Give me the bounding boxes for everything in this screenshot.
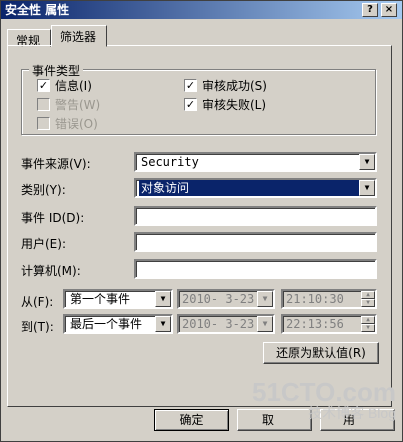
window-title: 安全性 属性 [5, 3, 70, 17]
chevron-down-icon[interactable]: ▼ [155, 316, 171, 332]
watermark-sub: 技术博客 Blog [308, 405, 396, 421]
event-id-input[interactable] [134, 206, 377, 226]
from-time-picker[interactable]: 21:10:30 ▲ ▼ [281, 289, 377, 309]
tab-filter[interactable]: 筛选器 [51, 25, 107, 47]
watermark: 51CTO.com 技术博客 Blog [252, 379, 396, 421]
computer-input[interactable] [134, 259, 377, 279]
from-date-picker[interactable]: 2010- 3-23 ▼ [177, 289, 275, 309]
information-checkbox[interactable]: ✓ 信息(I) [37, 77, 92, 94]
title-bar: 安全性 属性 ? × [1, 1, 402, 19]
computer-label: 计算机(M): [21, 264, 81, 278]
user-input[interactable] [134, 232, 377, 252]
information-label: 信息(I) [55, 79, 92, 93]
to-time-picker[interactable]: 22:13:56 ▲ ▼ [281, 314, 377, 334]
chevron-down-icon[interactable]: ▼ [257, 316, 273, 332]
audit-failure-checkbox[interactable]: ✓ 审核失败(L) [184, 96, 266, 113]
to-time-value: 22:13:56 [286, 317, 344, 331]
spin-up-icon[interactable]: ▲ [361, 291, 375, 299]
watermark-main: 51CTO.com [251, 377, 396, 407]
from-time-value: 21:10:30 [286, 292, 344, 306]
from-select[interactable]: 第一个事件 ▼ [63, 289, 173, 309]
to-label: 到(T): [21, 320, 54, 334]
chevron-down-icon[interactable]: ▼ [155, 291, 171, 307]
from-select-value: 第一个事件 [70, 292, 131, 306]
from-date-value: 2010- 3-23 [182, 292, 255, 306]
spin-down-icon[interactable]: ▼ [361, 324, 375, 332]
audit-success-checkbox[interactable]: ✓ 审核成功(S) [184, 77, 267, 94]
check-icon: ✓ [184, 98, 197, 111]
spin-down-icon[interactable]: ▼ [361, 299, 375, 307]
to-date-picker[interactable]: 2010- 3-23 ▼ [177, 314, 275, 334]
ok-button[interactable]: 确定 [154, 409, 229, 431]
properties-dialog: 安全性 属性 ? × 常规 筛选器 事件类型 ✓ 信息(I) 警告(W) 错误(… [0, 0, 403, 442]
chevron-down-icon[interactable]: ▼ [359, 180, 375, 196]
chevron-down-icon[interactable]: ▼ [257, 291, 273, 307]
to-time-spinner[interactable]: ▲ ▼ [361, 316, 375, 332]
source-label: 事件来源(V): [21, 157, 91, 171]
category-dropdown[interactable]: 对象访问 ▼ [134, 178, 377, 198]
error-checkbox[interactable]: 错误(O) [37, 115, 98, 132]
check-icon: ✓ [184, 79, 197, 92]
from-label: 从(F): [21, 295, 54, 309]
to-select-value: 最后一个事件 [70, 317, 143, 331]
close-button[interactable]: × [381, 3, 397, 17]
restore-defaults-button[interactable]: 还原为默认值(R) [263, 342, 379, 364]
warning-label: 警告(W) [55, 98, 101, 112]
audit-success-label: 审核成功(S) [202, 79, 267, 93]
source-value: Security [141, 155, 199, 169]
warning-checkbox[interactable]: 警告(W) [37, 96, 100, 113]
to-date-value: 2010- 3-23 [182, 317, 255, 331]
check-icon: ✓ [37, 79, 50, 92]
to-select[interactable]: 最后一个事件 ▼ [63, 314, 173, 334]
source-dropdown[interactable]: Security ▼ [134, 152, 377, 172]
spin-up-icon[interactable]: ▲ [361, 316, 375, 324]
chevron-down-icon[interactable]: ▼ [359, 154, 375, 170]
event-id-label: 事件 ID(D): [21, 211, 85, 225]
error-label: 错误(O) [55, 117, 98, 131]
from-time-spinner[interactable]: ▲ ▼ [361, 291, 375, 307]
category-value: 对象访问 [139, 180, 361, 196]
audit-failure-label: 审核失败(L) [202, 98, 267, 112]
user-label: 用户(E): [21, 237, 66, 251]
help-button[interactable]: ? [362, 3, 378, 17]
category-label: 类别(Y): [21, 183, 66, 197]
